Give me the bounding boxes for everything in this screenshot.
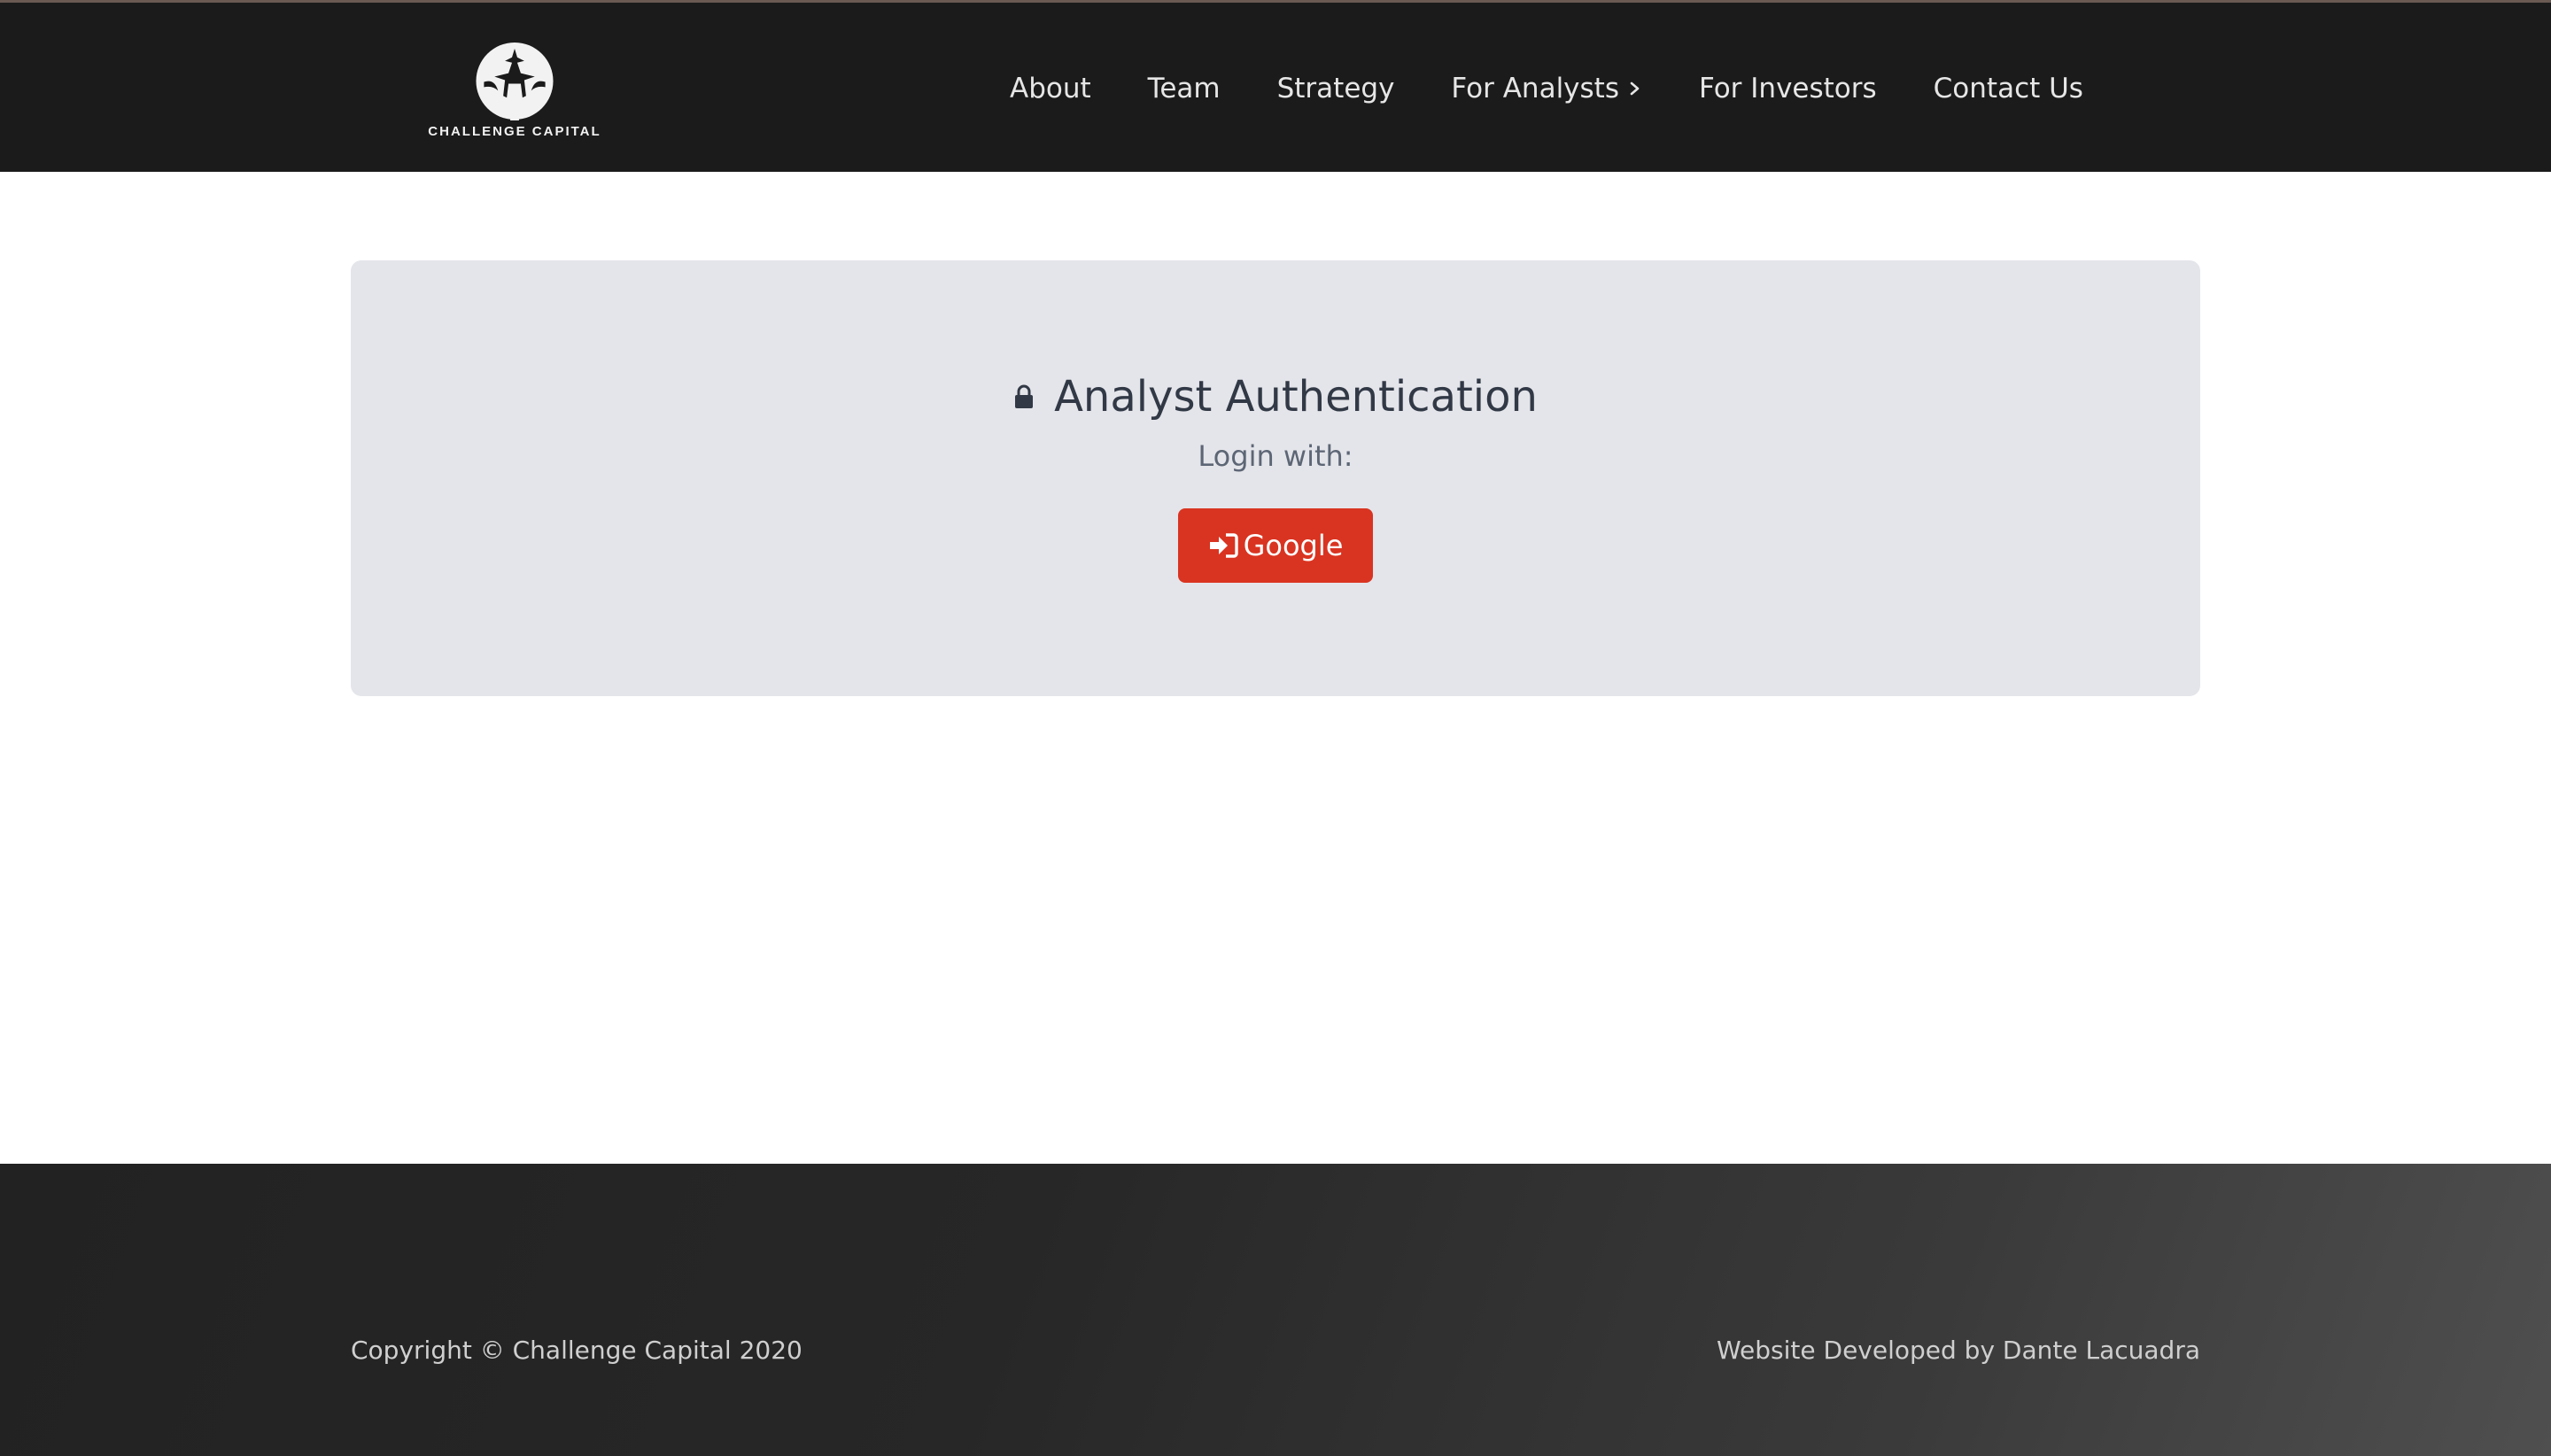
nav-about[interactable]: About [1010, 73, 1091, 105]
top-navbar: CHALLENGE CAPITAL About Team Strategy Fo… [0, 0, 2551, 172]
main-nav: About Team Strategy For Analysts For Inv… [1010, 68, 2083, 109]
logo[interactable]: CHALLENGE CAPITAL [422, 42, 608, 139]
logo-text: CHALLENGE CAPITAL [428, 124, 601, 139]
nav-for-analysts-label: For Analysts [1451, 73, 1619, 105]
nav-strategy[interactable]: Strategy [1277, 73, 1395, 105]
google-login-label: Google [1243, 529, 1344, 562]
nav-contact-us-label: Contact Us [1933, 73, 2083, 105]
sign-in-icon [1209, 533, 1238, 558]
auth-card: Analyst Authentication Login with: Googl… [351, 260, 2200, 696]
nav-strategy-label: Strategy [1276, 73, 1395, 105]
lock-icon [1015, 384, 1034, 408]
auth-title-row: Analyst Authentication [351, 372, 2200, 422]
nav-for-analysts[interactable]: For Analysts [1451, 73, 1642, 105]
nav-for-investors-label: For Investors [1698, 73, 1877, 105]
copyright-text: Copyright © Challenge Capital 2020 [351, 1336, 803, 1365]
nav-for-investors[interactable]: For Investors [1699, 73, 1877, 105]
google-login-button[interactable]: Google [1178, 508, 1373, 583]
nav-team-label: Team [1147, 73, 1221, 105]
pagoda-logo-icon [476, 42, 554, 120]
login-with-label: Login with: [1198, 439, 1353, 473]
footer: Copyright © Challenge Capital 2020 Websi… [0, 1164, 2551, 1456]
nav-team[interactable]: Team [1148, 73, 1221, 105]
nav-contact-us[interactable]: Contact Us [1934, 73, 2083, 105]
chevron-right-icon [1630, 81, 1640, 96]
page-title: Analyst Authentication [1054, 372, 1538, 422]
nav-about-label: About [1010, 73, 1091, 105]
developer-credit: Website Developed by Dante Lacuadra [1717, 1336, 2200, 1365]
